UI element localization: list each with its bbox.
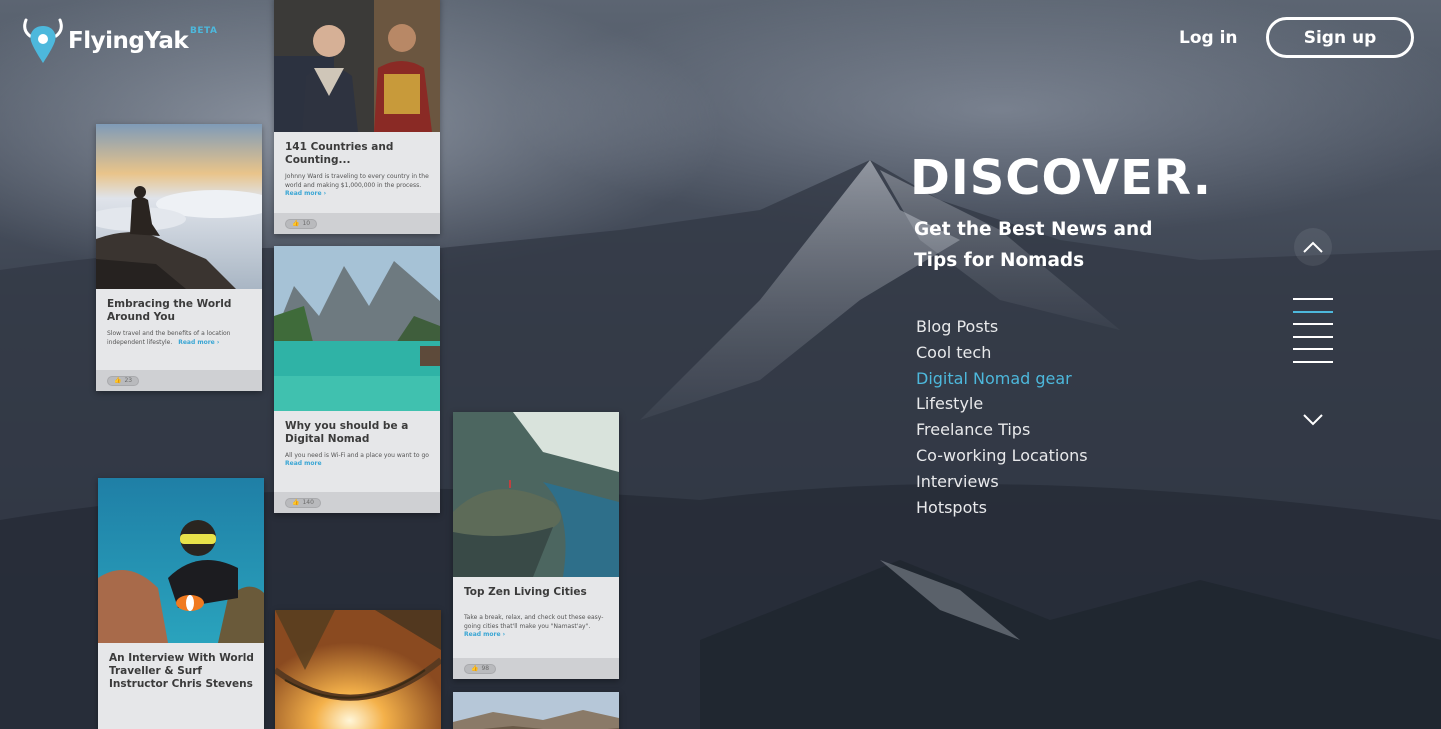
category-co-working-locations[interactable]: Co-working Locations bbox=[916, 443, 1088, 469]
card-title: 141 Countries and Counting... bbox=[285, 141, 394, 166]
article-card-hammock[interactable] bbox=[275, 610, 441, 729]
beta-badge: BETA bbox=[190, 26, 218, 36]
card-title: An Interview With World Traveller & Surf… bbox=[109, 652, 254, 690]
slider-dot[interactable] bbox=[1293, 335, 1333, 338]
slider-dot-active[interactable] bbox=[1293, 310, 1333, 313]
card-footer: 👍 23 bbox=[96, 370, 262, 391]
read-more-link[interactable]: Read more bbox=[285, 460, 430, 467]
like-button[interactable]: 👍 10 bbox=[285, 218, 318, 229]
article-card-digital-nomad[interactable]: Why you should be a Digital Nomad All yo… bbox=[274, 246, 440, 513]
card-image-canyon bbox=[453, 692, 619, 729]
card-title: Embracing the World Around You bbox=[107, 298, 232, 323]
article-card-canyon[interactable] bbox=[453, 692, 619, 729]
brand-logo[interactable]: FlyingYak BETA bbox=[20, 16, 217, 66]
slider-dot[interactable] bbox=[1293, 323, 1333, 325]
like-count: 98 bbox=[481, 665, 490, 672]
thumbs-up-icon: 👍 bbox=[292, 220, 300, 227]
card-description: Johnny Ward is traveling to every countr… bbox=[285, 173, 429, 189]
read-more-link[interactable]: Read more › bbox=[178, 339, 219, 346]
hero-title: DISCOVER. bbox=[910, 150, 1213, 206]
like-count: 10 bbox=[302, 220, 311, 227]
like-count: 140 bbox=[302, 499, 314, 506]
slider-dot[interactable] bbox=[1293, 348, 1333, 350]
category-list: Blog Posts Cool tech Digital Nomad gear … bbox=[916, 314, 1088, 520]
category-freelance-tips[interactable]: Freelance Tips bbox=[916, 417, 1088, 443]
article-card-interview[interactable]: An Interview With World Traveller & Surf… bbox=[98, 478, 264, 729]
card-image-travelers bbox=[274, 0, 440, 132]
thumbs-up-icon: 👍 bbox=[292, 499, 300, 506]
card-description: All you need is Wi-Fi and a place you wa… bbox=[285, 452, 429, 459]
card-image-sea-of-clouds bbox=[96, 124, 262, 289]
like-button[interactable]: 👍 98 bbox=[464, 663, 497, 674]
card-title: Why you should be a Digital Nomad bbox=[285, 420, 409, 445]
slider-dot[interactable] bbox=[1293, 360, 1333, 363]
hero-tagline: Get the Best News and Tips for Nomads bbox=[914, 219, 1153, 271]
category-cool-tech[interactable]: Cool tech bbox=[916, 340, 1088, 366]
card-footer: 👍 140 bbox=[274, 492, 440, 513]
thumbs-up-icon: 👍 bbox=[114, 377, 122, 384]
signup-button[interactable]: Sign up bbox=[1266, 17, 1414, 58]
slider-prev-button[interactable] bbox=[1294, 228, 1332, 266]
read-more-link[interactable]: Read more › bbox=[285, 190, 430, 197]
card-title: Top Zen Living Cities bbox=[464, 586, 587, 598]
article-card-141-countries[interactable]: 141 Countries and Counting... Johnny War… bbox=[274, 0, 440, 234]
read-more-link[interactable]: Read more › bbox=[464, 631, 609, 638]
article-card-embracing-world[interactable]: Embracing the World Around You Slow trav… bbox=[96, 124, 262, 391]
card-image-hammock-sunset bbox=[275, 610, 441, 729]
category-interviews[interactable]: Interviews bbox=[916, 469, 1088, 495]
like-button[interactable]: 👍 23 bbox=[107, 375, 140, 386]
slider-pagination bbox=[1293, 298, 1333, 373]
card-image-scuba-diver bbox=[98, 478, 264, 643]
card-footer: 👍 10 bbox=[274, 213, 440, 234]
card-footer: 👍 98 bbox=[453, 658, 619, 679]
category-hotspots[interactable]: Hotspots bbox=[916, 495, 1088, 521]
category-blog-posts[interactable]: Blog Posts bbox=[916, 314, 1088, 340]
brand-name: FlyingYak bbox=[68, 28, 189, 54]
like-count: 23 bbox=[124, 377, 133, 384]
chevron-up-icon bbox=[1303, 241, 1323, 253]
category-lifestyle[interactable]: Lifestyle bbox=[916, 391, 1088, 417]
slider-dot[interactable] bbox=[1293, 298, 1333, 300]
like-button[interactable]: 👍 140 bbox=[285, 497, 321, 508]
card-image-fjord-cliff bbox=[453, 412, 619, 577]
login-button[interactable]: Log in bbox=[1179, 28, 1238, 48]
card-description: Take a break, relax, and check out these… bbox=[464, 614, 604, 630]
chevron-down-icon bbox=[1303, 414, 1323, 426]
card-description: Slow travel and the benefits of a locati… bbox=[107, 330, 231, 346]
category-digital-nomad-gear[interactable]: Digital Nomad gear bbox=[916, 366, 1088, 392]
thumbs-up-icon: 👍 bbox=[471, 665, 479, 672]
map-pin-horns-icon bbox=[23, 18, 63, 63]
slider-next-button[interactable] bbox=[1294, 401, 1332, 439]
article-card-zen-cities[interactable]: Top Zen Living Cities Take a break, rela… bbox=[453, 412, 619, 679]
card-image-mountain-lake bbox=[274, 246, 440, 411]
